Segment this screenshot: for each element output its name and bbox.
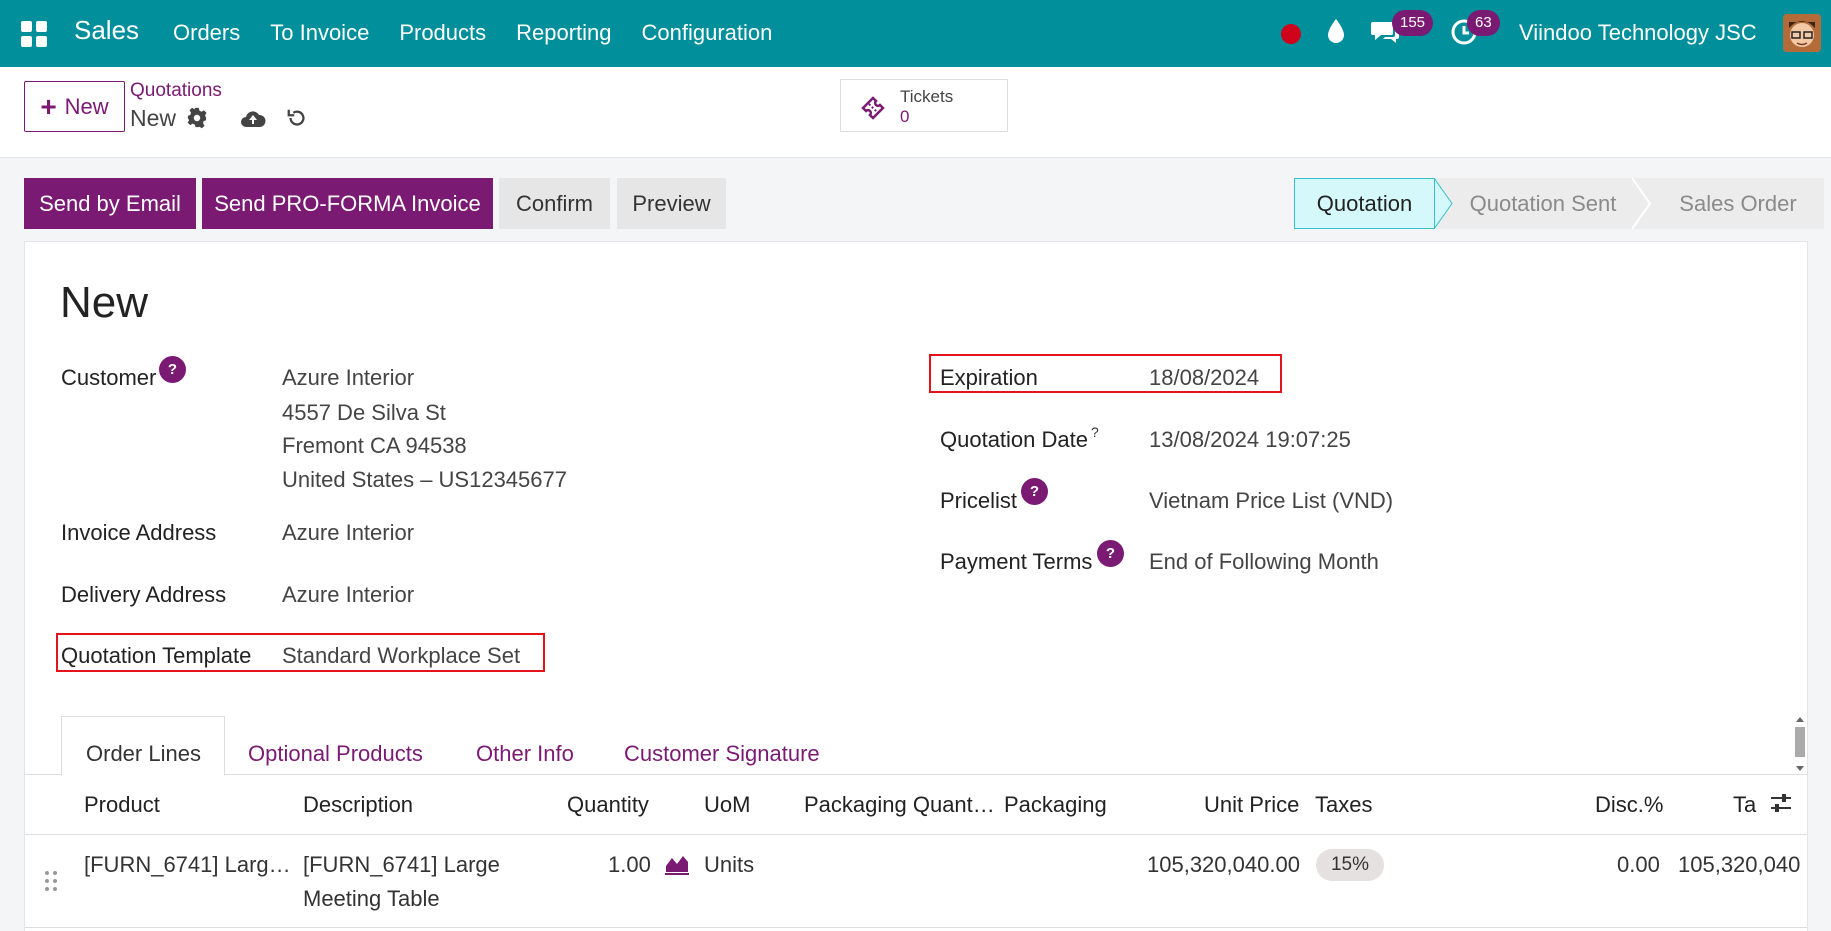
invoice-address-field[interactable]: Azure Interior	[282, 520, 414, 546]
tickets-label: Tickets	[900, 87, 954, 106]
menu-item-configuration[interactable]: Configuration	[642, 20, 773, 46]
new-button[interactable]: + New	[24, 81, 125, 132]
pricelist-field[interactable]: Vietnam Price List (VND)	[1149, 488, 1393, 514]
company-switcher[interactable]: Viindoo Technology JSC	[1519, 20, 1757, 46]
column-discount[interactable]: Disc.%	[1595, 792, 1663, 818]
preview-button[interactable]: Preview	[617, 178, 726, 229]
save-cloud-icon[interactable]	[240, 107, 266, 129]
row-product[interactable]: [FURN_6741] Larg…	[84, 852, 291, 878]
apps-menu-icon[interactable]	[21, 21, 47, 47]
pricelist-label: Pricelist	[940, 488, 1018, 513]
tab-optional-products[interactable]: Optional Products	[248, 741, 423, 767]
ticket-icon	[861, 96, 885, 120]
table-row[interactable]	[25, 836, 1807, 928]
new-button-label: New	[64, 93, 109, 119]
customer-label: Customer	[61, 365, 157, 390]
column-quantity[interactable]: Quantity	[567, 792, 649, 818]
delivery-address-field[interactable]: Azure Interior	[282, 582, 414, 608]
breadcrumb-current: New	[130, 105, 177, 131]
column-unit-price[interactable]: Unit Price	[1204, 792, 1299, 818]
tab-order-lines[interactable]: Order Lines	[86, 741, 201, 767]
status-step-quotation[interactable]: Quotation	[1294, 178, 1435, 229]
drag-handle-icon[interactable]	[44, 870, 58, 892]
menu-item-to-invoice[interactable]: To Invoice	[270, 20, 369, 46]
quotation-date-help-icon[interactable]: ?	[1091, 424, 1099, 440]
payment-terms-field[interactable]: End of Following Month	[1149, 549, 1379, 575]
customer-country-vat: United States – US12345677	[282, 467, 567, 492]
quotation-date-label: Quotation Date	[940, 427, 1088, 452]
quotation-date-field[interactable]: 13/08/2024 19:07:25	[1149, 427, 1351, 453]
send-by-email-button[interactable]: Send by Email	[24, 178, 196, 229]
expiration-label: Expiration	[940, 365, 1038, 390]
record-title: New	[60, 278, 149, 327]
user-avatar[interactable]	[1783, 14, 1821, 52]
app-brand[interactable]: Sales	[74, 15, 139, 46]
main-menu: Orders To Invoice Products Reporting Con…	[173, 20, 802, 46]
status-step-quotation-sent[interactable]: Quotation Sent	[1454, 178, 1632, 229]
tickets-count: 0	[900, 107, 910, 126]
send-proforma-button[interactable]: Send PRO-FORMA Invoice	[202, 178, 493, 229]
gear-icon[interactable]	[186, 107, 208, 129]
confirm-button[interactable]: Confirm	[499, 178, 610, 229]
quotation-template-label: Quotation Template	[61, 643, 252, 668]
scrollbar[interactable]	[1794, 716, 1806, 773]
delivery-address-label: Delivery Address	[61, 582, 227, 607]
row-tax-badge[interactable]: 15%	[1316, 849, 1384, 881]
customer-street: 4557 De Silva St	[282, 400, 446, 425]
optional-columns-icon[interactable]	[1770, 792, 1792, 814]
row-total: 105,320,040	[1678, 852, 1800, 877]
customer-city: Fremont CA 94538	[282, 433, 467, 458]
invoice-address-label: Invoice Address	[61, 520, 217, 545]
row-unit-price[interactable]: 105,320,040.00	[1147, 852, 1300, 878]
column-uom[interactable]: UoM	[704, 792, 750, 818]
water-drop-icon[interactable]	[1325, 18, 1347, 44]
quotation-template-field[interactable]: Standard Workplace Set	[282, 643, 520, 669]
payment-terms-label: Payment Terms	[940, 549, 1093, 574]
expiration-field[interactable]: 18/08/2024	[1149, 365, 1259, 391]
menu-item-orders[interactable]: Orders	[173, 20, 240, 46]
column-taxes[interactable]: Taxes	[1315, 792, 1372, 818]
row-description-line2[interactable]: Meeting Table	[303, 886, 440, 912]
status-bar: Quotation Quotation Sent Sales Order	[1294, 178, 1824, 229]
tickets-smart-button[interactable]: Tickets 0	[840, 79, 1008, 132]
tab-other-info[interactable]: Other Info	[476, 741, 574, 767]
customer-help-icon[interactable]: ?	[159, 356, 186, 383]
forecast-chart-icon[interactable]	[664, 852, 690, 876]
row-discount[interactable]: 0.00	[1617, 852, 1660, 878]
payment-terms-help-icon[interactable]: ?	[1097, 540, 1124, 567]
column-packaging[interactable]: Packaging	[1004, 792, 1107, 818]
status-arrow	[1632, 178, 1652, 229]
discard-changes-icon[interactable]	[286, 106, 308, 130]
column-product[interactable]: Product	[84, 792, 160, 818]
messages-count-badge: 155	[1392, 10, 1434, 36]
column-packaging-quantity[interactable]: Packaging Quant…	[804, 792, 995, 818]
menu-item-products[interactable]: Products	[399, 20, 486, 46]
customer-name[interactable]: Azure Interior	[282, 365, 414, 391]
activities-count-badge: 63	[1467, 10, 1500, 36]
record-indicator-icon[interactable]	[1281, 24, 1301, 44]
column-total[interactable]: Ta	[1733, 792, 1756, 818]
tab-customer-signature[interactable]: Customer Signature	[624, 741, 820, 767]
breadcrumb-quotations[interactable]: Quotations	[130, 80, 222, 102]
status-arrow	[1434, 178, 1454, 229]
column-description[interactable]: Description	[303, 792, 413, 818]
row-description-line1[interactable]: [FURN_6741] Large	[303, 852, 500, 878]
pricelist-help-icon[interactable]: ?	[1021, 478, 1048, 505]
top-navbar: Sales Orders To Invoice Products Reporti…	[0, 0, 1831, 67]
menu-item-reporting[interactable]: Reporting	[516, 20, 611, 46]
row-quantity[interactable]: 1.00	[608, 852, 651, 878]
row-uom[interactable]: Units	[704, 852, 754, 878]
status-step-sales-order[interactable]: Sales Order	[1652, 178, 1824, 229]
